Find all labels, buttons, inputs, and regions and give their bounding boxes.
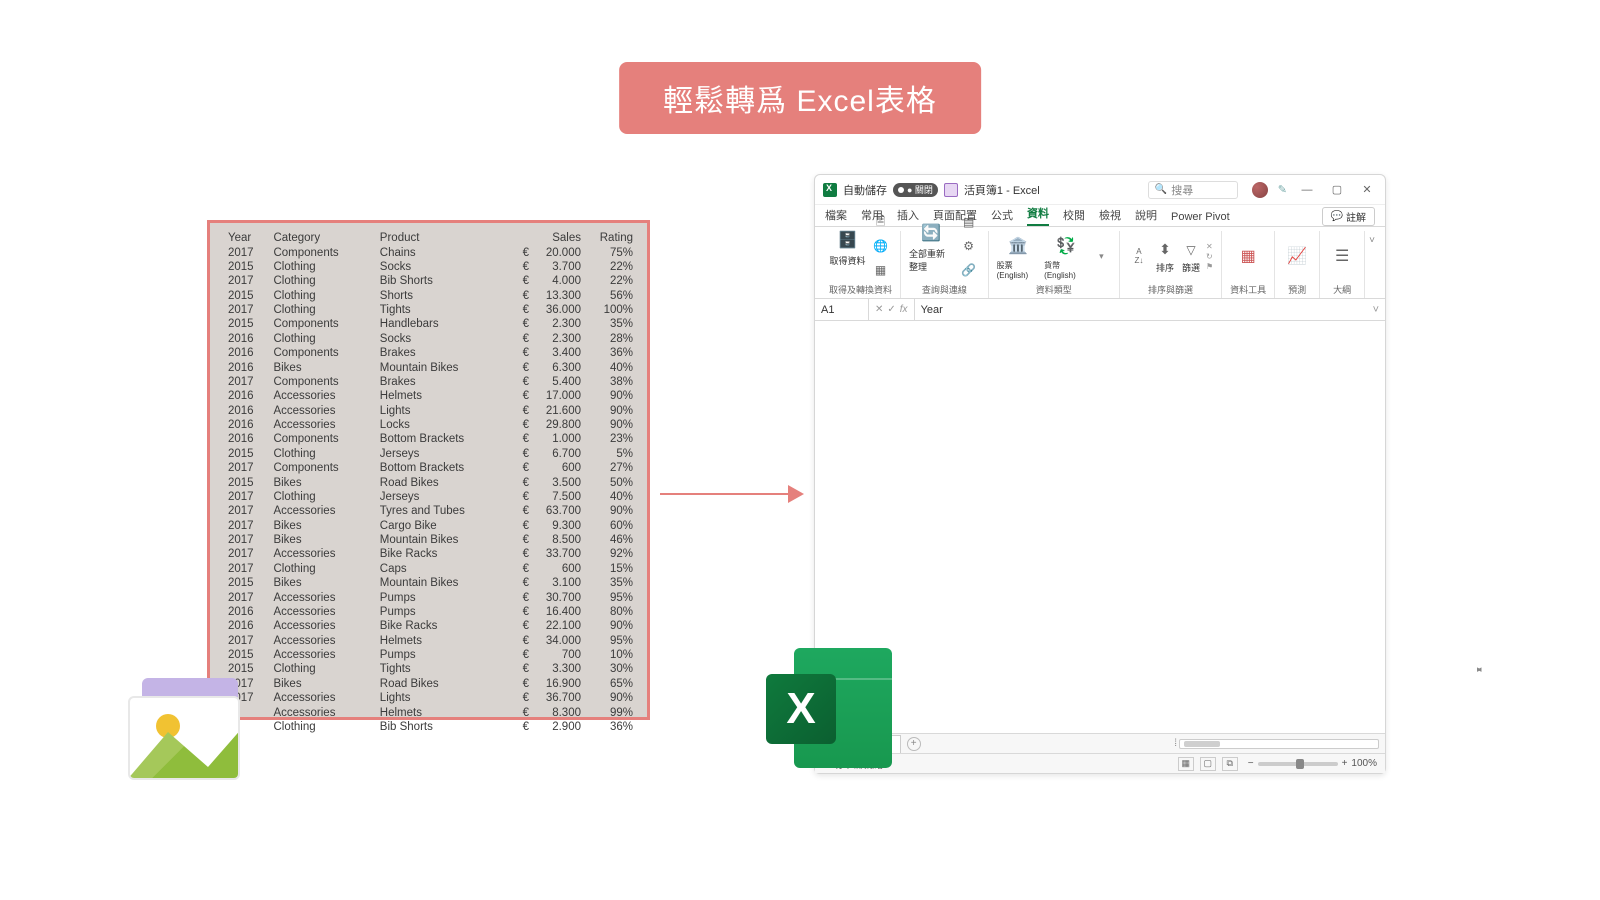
datatype-more-icon[interactable]: ▾ — [1092, 245, 1111, 267]
ribbon-group-get-transform: 🗄️ 取得資料 🗎 🌐 ▦ 取得及轉換資料 — [821, 231, 901, 298]
zoom-level[interactable]: 100% — [1351, 758, 1377, 769]
advanced-icon[interactable]: ⚑ — [1206, 262, 1213, 271]
ribbon-tabs: 檔案常用插入頁面配置公式資料校閱檢視說明Power Pivot💬 註解 — [815, 205, 1385, 227]
tab-公式[interactable]: 公式 — [991, 204, 1013, 226]
tagline-banner: 輕鬆轉爲 Excel表格 — [619, 62, 981, 134]
image-gallery-icon — [120, 670, 270, 790]
excel-logo-icon — [823, 183, 837, 197]
from-web-icon[interactable]: 🌐 — [870, 235, 892, 257]
stocks-icon[interactable]: 🏛️ — [1004, 232, 1032, 260]
tab-說明[interactable]: 說明 — [1135, 204, 1157, 226]
search-input[interactable]: 🔍 搜尋 — [1148, 181, 1238, 199]
links-icon[interactable]: 🔗 — [958, 259, 980, 281]
document-title: 活頁簿1 - Excel — [964, 182, 1040, 198]
ribbon-group-forecast: 📈 預測 — [1275, 231, 1320, 298]
properties-icon[interactable]: ⚙ — [958, 235, 980, 257]
tab-Power Pivot[interactable]: Power Pivot — [1171, 208, 1230, 226]
view-normal-icon[interactable]: ▦ — [1178, 757, 1194, 771]
ribbon-group-queries: 🔄 全部重新整理 ▤ ⚙ 🔗 查詢與連線 — [901, 231, 989, 298]
user-avatar[interactable] — [1252, 182, 1268, 198]
autosave-label: 自動儲存 — [843, 182, 887, 198]
zoom-out-button[interactable]: − — [1248, 758, 1254, 769]
sort-asc-icon[interactable]: AZ↓ — [1128, 245, 1150, 267]
fx-icon[interactable]: fx — [900, 304, 908, 315]
view-page-icon[interactable]: ▢ — [1200, 757, 1216, 771]
titlebar: 自動儲存 ● 關閉 活頁簿1 - Excel 🔍 搜尋 ✎ — ▢ ✕ — [815, 175, 1385, 205]
ribbon-collapse-icon[interactable]: ˅ — [1365, 231, 1379, 250]
save-icon[interactable] — [944, 183, 958, 197]
forecast-icon[interactable]: 📈 — [1283, 242, 1311, 270]
get-data-icon[interactable]: 🗄️ — [834, 226, 862, 254]
hscroll-track[interactable] — [1179, 739, 1379, 749]
outline-icon[interactable]: ☰ — [1328, 242, 1356, 270]
excel-app-icon: X — [760, 638, 910, 788]
ribbon-group-sort-filter: AZ↓ ⬍ 排序 ▽ 篩選 ✕ ↻ ⚑ 排序與篩選 — [1120, 231, 1222, 298]
maximize-button[interactable]: ▢ — [1327, 183, 1347, 196]
fx-expand-icon[interactable]: ˅ — [1367, 304, 1385, 316]
annotate-button[interactable]: 💬 註解 — [1322, 207, 1375, 226]
currency-icon[interactable]: 💱 — [1052, 232, 1080, 260]
zoom-slider[interactable] — [1258, 762, 1338, 766]
ribbon: 🗄️ 取得資料 🗎 🌐 ▦ 取得及轉換資料 🔄 全部重新整理 ▤ — [815, 227, 1385, 299]
convert-arrow — [660, 482, 804, 506]
cancel-fx-icon[interactable]: ✕ — [875, 304, 883, 315]
data-tools-icon[interactable]: ▦ — [1234, 242, 1262, 270]
from-table-icon[interactable]: ▦ — [870, 259, 892, 281]
clear-filter-icon[interactable]: ✕ — [1206, 242, 1213, 251]
ribbon-group-outline: ☰ 大綱 — [1320, 231, 1365, 298]
ribbon-group-datatools: ▦ 資料工具 — [1222, 231, 1275, 298]
pen-icon[interactable]: ✎ — [1278, 183, 1287, 196]
tab-檢視[interactable]: 檢視 — [1099, 204, 1121, 226]
tab-資料[interactable]: 資料 — [1027, 202, 1049, 226]
source-image-table: YearCategoryProductSalesRating2017Compon… — [207, 220, 650, 720]
view-break-icon[interactable]: ⧉ — [1222, 757, 1238, 771]
sort-icon[interactable]: ⬍ — [1154, 239, 1176, 261]
reapply-icon[interactable]: ↻ — [1206, 252, 1213, 261]
filter-icon[interactable]: ▽ — [1180, 239, 1202, 261]
ribbon-group-datatypes: 🏛️ 股票 (English) 💱 貨幣 (English) ▾ 資料類型 — [989, 231, 1120, 298]
enter-fx-icon[interactable]: ✓ — [887, 304, 895, 315]
refresh-all-icon[interactable]: 🔄 — [917, 219, 945, 247]
hscroll-right-icon[interactable]: ▸ — [1475, 657, 1600, 681]
minimize-button[interactable]: — — [1297, 184, 1317, 196]
close-button[interactable]: ✕ — [1357, 183, 1377, 196]
zoom-in-button[interactable]: + — [1342, 758, 1348, 769]
name-box[interactable]: A1 — [815, 299, 869, 320]
tab-校閱[interactable]: 校閱 — [1063, 204, 1085, 226]
formula-input[interactable]: Year — [915, 304, 1367, 316]
formula-bar: A1 ✕ ✓ fx Year ˅ — [815, 299, 1385, 321]
from-text-icon[interactable]: 🗎 — [870, 211, 892, 233]
search-icon: 🔍 — [1155, 184, 1167, 195]
queries-icon[interactable]: ▤ — [958, 211, 980, 233]
autosave-toggle[interactable]: ● 關閉 — [893, 183, 938, 197]
